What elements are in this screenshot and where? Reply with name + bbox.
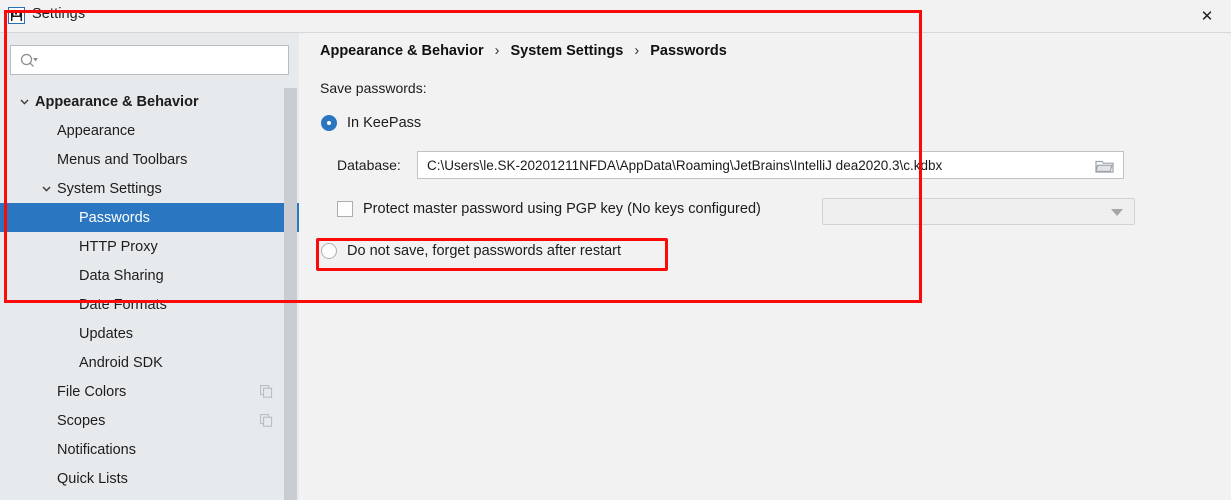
sidebar-item-notifications[interactable]: Notifications	[0, 435, 299, 464]
pgp-checkbox-row[interactable]: Protect master password using PGP key (N…	[337, 201, 761, 217]
sidebar-item-label: Appearance	[57, 122, 136, 139]
pgp-key-select[interactable]	[822, 198, 1135, 225]
copy-icon[interactable]	[260, 385, 273, 398]
copy-icon[interactable]	[260, 414, 273, 427]
sidebar-item-updates[interactable]: Updates	[0, 319, 299, 348]
folder-icon[interactable]	[1095, 158, 1114, 174]
sidebar-item-menus-and-toolbars[interactable]: Menus and Toolbars	[0, 145, 299, 174]
settings-tree: Appearance & Behavior Appearance Menus and…	[0, 87, 299, 500]
database-label: Database:	[337, 157, 401, 173]
pgp-checkbox[interactable]	[337, 201, 353, 217]
database-path-input[interactable]	[425, 156, 1089, 174]
radio-in-keepass-indicator[interactable]	[321, 115, 337, 131]
window-titlebar: Settings ✕	[0, 0, 1231, 33]
sidebar-item-label: Notifications	[57, 441, 136, 458]
sidebar-item-label: Appearance & Behavior	[35, 93, 199, 110]
sidebar-item-label: Quick Lists	[57, 470, 128, 487]
pgp-checkbox-label: Protect master password using PGP key (N…	[363, 201, 761, 217]
close-icon[interactable]: ✕	[1193, 3, 1221, 29]
sidebar-item-passwords[interactable]: Passwords	[0, 203, 299, 232]
breadcrumb: Appearance & Behavior › System Settings …	[320, 43, 727, 59]
search-box[interactable]	[10, 45, 289, 75]
sidebar-scrollbar[interactable]	[284, 88, 297, 500]
sidebar-item-http-proxy[interactable]: HTTP Proxy	[0, 232, 299, 261]
radio-in-keepass[interactable]: In KeePass	[321, 115, 421, 131]
radio-do-not-save-indicator[interactable]	[321, 243, 337, 259]
sidebar-item-android-sdk[interactable]: Android SDK	[0, 348, 299, 377]
settings-sidebar: Appearance & Behavior Appearance Menus and…	[0, 33, 299, 500]
settings-main-panel: Appearance & Behavior › System Settings …	[299, 33, 1231, 500]
sidebar-item-system-settings[interactable]: System Settings	[0, 174, 299, 203]
sidebar-item-label: System Settings	[57, 180, 162, 197]
breadcrumb-separator-2: ›	[634, 43, 640, 59]
sidebar-item-label: Passwords	[79, 209, 150, 226]
breadcrumb-separator-1: ›	[494, 43, 500, 59]
sidebar-item-appearance-behavior[interactable]: Appearance & Behavior	[0, 87, 299, 116]
sidebar-item-label: File Colors	[57, 383, 127, 400]
sidebar-item-scopes[interactable]: Scopes	[0, 406, 299, 435]
chevron-down-icon	[1111, 209, 1123, 216]
chevron-down-icon[interactable]	[40, 182, 53, 195]
sidebar-item-quick-lists[interactable]: Quick Lists	[0, 464, 299, 493]
radio-do-not-save-label: Do not save, forget passwords after rest…	[347, 243, 622, 259]
radio-in-keepass-label: In KeePass	[347, 115, 422, 131]
breadcrumb-passwords: Passwords	[650, 43, 727, 59]
sidebar-item-data-sharing[interactable]: Data Sharing	[0, 261, 299, 290]
sidebar-item-label: Android SDK	[79, 354, 163, 371]
database-field[interactable]	[417, 151, 1124, 179]
sidebar-item-label: HTTP Proxy	[79, 238, 158, 255]
breadcrumb-appearance-behavior[interactable]: Appearance & Behavior	[320, 43, 484, 59]
sidebar-scrollbar-thumb[interactable]	[284, 88, 297, 500]
sidebar-item-label: Menus and Toolbars	[57, 151, 188, 168]
search-icon	[20, 53, 38, 67]
window-title: Settings	[32, 6, 86, 22]
radio-do-not-save[interactable]: Do not save, forget passwords after rest…	[321, 243, 621, 259]
database-row: Database:	[337, 151, 1124, 179]
settings-app-icon	[8, 7, 25, 24]
sidebar-item-appearance[interactable]: Appearance	[0, 116, 299, 145]
sidebar-item-label: Updates	[79, 325, 134, 342]
breadcrumb-system-settings[interactable]: System Settings	[511, 43, 624, 59]
sidebar-item-file-colors[interactable]: File Colors	[0, 377, 299, 406]
settings-dialog: Settings ✕ Appearance & Behavior Appearan…	[0, 0, 1231, 500]
save-passwords-label: Save passwords:	[320, 80, 427, 96]
sidebar-item-label: Scopes	[57, 412, 106, 429]
search-input[interactable]	[41, 46, 284, 74]
chevron-down-icon[interactable]	[18, 95, 31, 108]
sidebar-item-label: Date Formats	[79, 296, 167, 313]
sidebar-item-date-formats[interactable]: Date Formats	[0, 290, 299, 319]
sidebar-item-label: Data Sharing	[79, 267, 164, 284]
